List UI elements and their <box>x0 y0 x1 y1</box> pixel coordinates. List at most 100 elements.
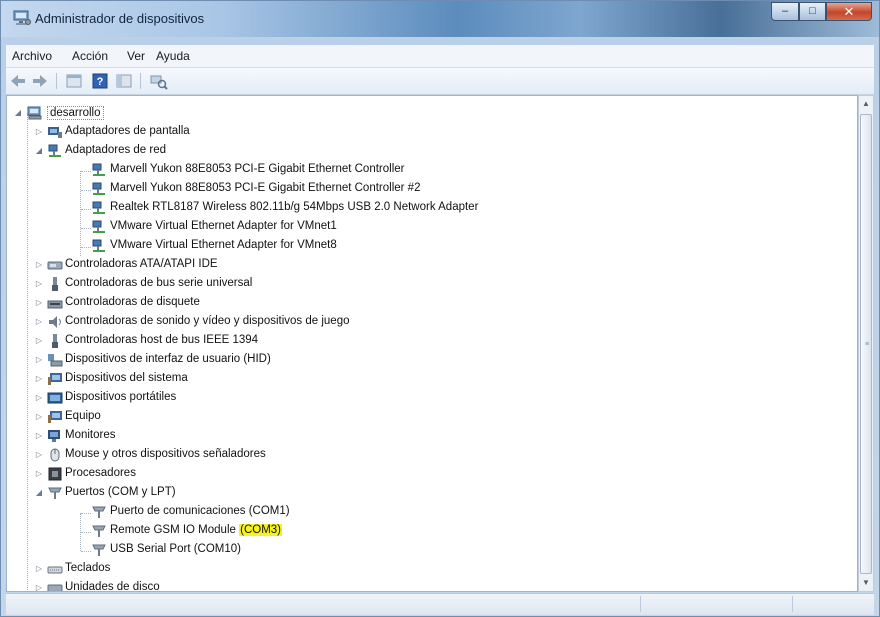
tree-root-label: desarrollo <box>47 106 104 120</box>
menu-bar: Archivo Acción Ver Ayuda <box>6 45 874 68</box>
expand-arrow-icon[interactable]: ▷ <box>34 279 44 289</box>
collapse-arrow-icon[interactable]: ◢ <box>34 488 44 498</box>
tree-device[interactable]: Puerto de comunicaciones (COM1) <box>7 503 857 522</box>
ide-controller-icon <box>47 261 63 270</box>
tree-category[interactable]: ▷ Dispositivos del sistema <box>7 370 857 389</box>
properties-icon[interactable] <box>64 71 84 91</box>
menu-accion[interactable]: Acción <box>72 49 108 63</box>
scroll-grip-icon: ≡ <box>865 341 870 348</box>
tree-category-label: Monitores <box>65 429 116 441</box>
expand-arrow-icon[interactable]: ▷ <box>34 317 44 327</box>
tree-category-label: Mouse y otros dispositivos señaladores <box>65 448 266 460</box>
tree-device[interactable]: VMware Virtual Ethernet Adapter for VMne… <box>7 218 857 237</box>
tree-device[interactable]: Marvell Yukon 88E8053 PCI-E Gigabit Ethe… <box>7 161 857 180</box>
tree-category[interactable]: ▷ Equipo <box>7 408 857 427</box>
toolbar-separator <box>140 73 141 89</box>
status-panel-divider <box>792 596 793 612</box>
tree-device[interactable]: Realtek RTL8187 Wireless 802.11b/g 54Mbp… <box>7 199 857 218</box>
tree-device-label: Puerto de comunicaciones (COM1) <box>110 505 290 517</box>
keyboard-icon <box>47 566 63 574</box>
expand-arrow-icon[interactable]: ▷ <box>34 355 44 365</box>
network-adapter-icon <box>92 220 105 233</box>
menu-ver[interactable]: Ver <box>127 49 145 63</box>
tree-category[interactable]: ▷ Controladoras ATA/ATAPI IDE <box>7 256 857 275</box>
processor-icon <box>48 467 62 481</box>
tree-category[interactable]: ▷ Controladoras de bus serie universal <box>7 275 857 294</box>
disk-drive-icon <box>47 584 63 591</box>
expand-arrow-icon[interactable]: ▷ <box>34 393 44 403</box>
scroll-thumb[interactable]: ≡ <box>860 114 872 574</box>
ieee1394-icon <box>52 334 58 348</box>
tree-category-label: Adaptadores de pantalla <box>65 125 190 137</box>
monitor-icon <box>48 430 60 442</box>
tree-category-label: Adaptadores de red <box>65 144 167 156</box>
port-icon <box>92 544 106 556</box>
tree-category[interactable]: ▷ Dispositivos de interfaz de usuario (H… <box>7 351 857 370</box>
device-manager-icon <box>13 10 31 25</box>
expand-arrow-icon[interactable]: ▷ <box>34 298 44 308</box>
expand-arrow-icon[interactable]: ▷ <box>34 336 44 346</box>
tree-category-label: Procesadores <box>65 467 136 479</box>
forward-arrow-icon[interactable] <box>30 71 50 91</box>
usb-controller-icon <box>52 277 58 291</box>
scroll-up-arrow-icon[interactable]: ▲ <box>859 96 873 112</box>
toolbar-separator <box>56 73 57 89</box>
tree-device[interactable]: Marvell Yukon 88E8053 PCI-E Gigabit Ethe… <box>7 180 857 199</box>
tree-category[interactable]: ◢ Adaptadores de red <box>7 142 857 161</box>
device-tree[interactable]: ◢ desarrollo ▷ Adaptadores de pantalla ◢… <box>6 95 858 592</box>
tree-category-label: Controladoras de sonido y vídeo y dispos… <box>65 315 350 327</box>
collapse-arrow-icon[interactable]: ◢ <box>34 146 44 156</box>
tree-category[interactable]: ▷ Controladoras de disquete <box>7 294 857 313</box>
tree-category-label: Controladoras de bus serie universal <box>65 277 253 289</box>
collapse-arrow-icon[interactable]: ◢ <box>13 108 23 118</box>
expand-arrow-icon[interactable]: ▷ <box>34 450 44 460</box>
title-bar[interactable]: Administrador de dispositivos – □ ✕ <box>1 1 879 37</box>
tree-category[interactable]: ◢ Puertos (COM y LPT) <box>7 484 857 503</box>
expand-arrow-icon[interactable]: ▷ <box>34 127 44 137</box>
expand-arrow-icon[interactable]: ▷ <box>34 412 44 422</box>
scan-hardware-icon[interactable] <box>148 71 168 91</box>
vertical-scrollbar[interactable]: ▲ ≡ ▼ <box>858 95 874 592</box>
tree-category[interactable]: ▷ Unidades de disco <box>7 579 857 591</box>
minimize-button[interactable]: – <box>771 2 799 21</box>
tree-device[interactable]: USB Serial Port (COM10) <box>7 541 857 560</box>
tree-device[interactable]: Remote GSM IO Module (COM3) <box>7 522 857 541</box>
tree-category[interactable]: ▷ Mouse y otros dispositivos señaladores <box>7 446 857 465</box>
tree-device-label: USB Serial Port (COM10) <box>110 543 242 555</box>
expand-arrow-icon[interactable]: ▷ <box>34 374 44 384</box>
help-icon[interactable]: ? <box>90 71 110 91</box>
expand-arrow-icon[interactable]: ▷ <box>34 583 44 591</box>
floppy-controller-icon <box>47 300 63 309</box>
port-icon <box>92 525 106 537</box>
back-arrow-icon[interactable] <box>8 71 28 91</box>
tree-category[interactable]: ▷ Monitores <box>7 427 857 446</box>
expand-arrow-icon[interactable]: ▷ <box>34 469 44 479</box>
tree-category[interactable]: ▷ Teclados <box>7 560 857 579</box>
tree-category[interactable]: ▷ Adaptadores de pantalla <box>7 123 857 142</box>
tree-device[interactable]: VMware Virtual Ethernet Adapter for VMne… <box>7 237 857 256</box>
tree-category-label: Dispositivos portátiles <box>65 391 177 403</box>
maximize-button[interactable]: □ <box>799 2 826 21</box>
tree-category[interactable]: ▷ Dispositivos portátiles <box>7 389 857 408</box>
expand-arrow-icon[interactable]: ▷ <box>34 260 44 270</box>
expand-arrow-icon[interactable]: ▷ <box>34 564 44 574</box>
tree-category[interactable]: ▷ Controladoras host de bus IEEE 1394 <box>7 332 857 351</box>
menu-archivo[interactable]: Archivo <box>12 49 52 63</box>
close-button[interactable]: ✕ <box>826 2 872 21</box>
tree-category[interactable]: ▷ Procesadores <box>7 465 857 484</box>
status-panel-divider <box>640 596 641 612</box>
tree-device-label: Remote GSM IO Module (COM3) <box>110 524 282 536</box>
port-icon <box>92 506 106 518</box>
tree-device-label: Marvell Yukon 88E8053 PCI-E Gigabit Ethe… <box>110 163 405 175</box>
display-adapter-icon <box>48 127 62 138</box>
window-title: Administrador de dispositivos <box>35 11 205 26</box>
tree-root[interactable]: ◢ desarrollo <box>7 104 857 123</box>
tree-device-label: VMware Virtual Ethernet Adapter for VMne… <box>110 220 337 232</box>
menu-ayuda[interactable]: Ayuda <box>156 49 190 63</box>
tree-category-label: Dispositivos del sistema <box>65 372 188 384</box>
tree-category[interactable]: ▷ Controladoras de sonido y vídeo y disp… <box>7 313 857 332</box>
expand-arrow-icon[interactable]: ▷ <box>34 431 44 441</box>
scroll-down-arrow-icon[interactable]: ▼ <box>859 575 873 591</box>
sound-icon <box>49 316 61 328</box>
console-tree-icon[interactable] <box>114 71 134 91</box>
